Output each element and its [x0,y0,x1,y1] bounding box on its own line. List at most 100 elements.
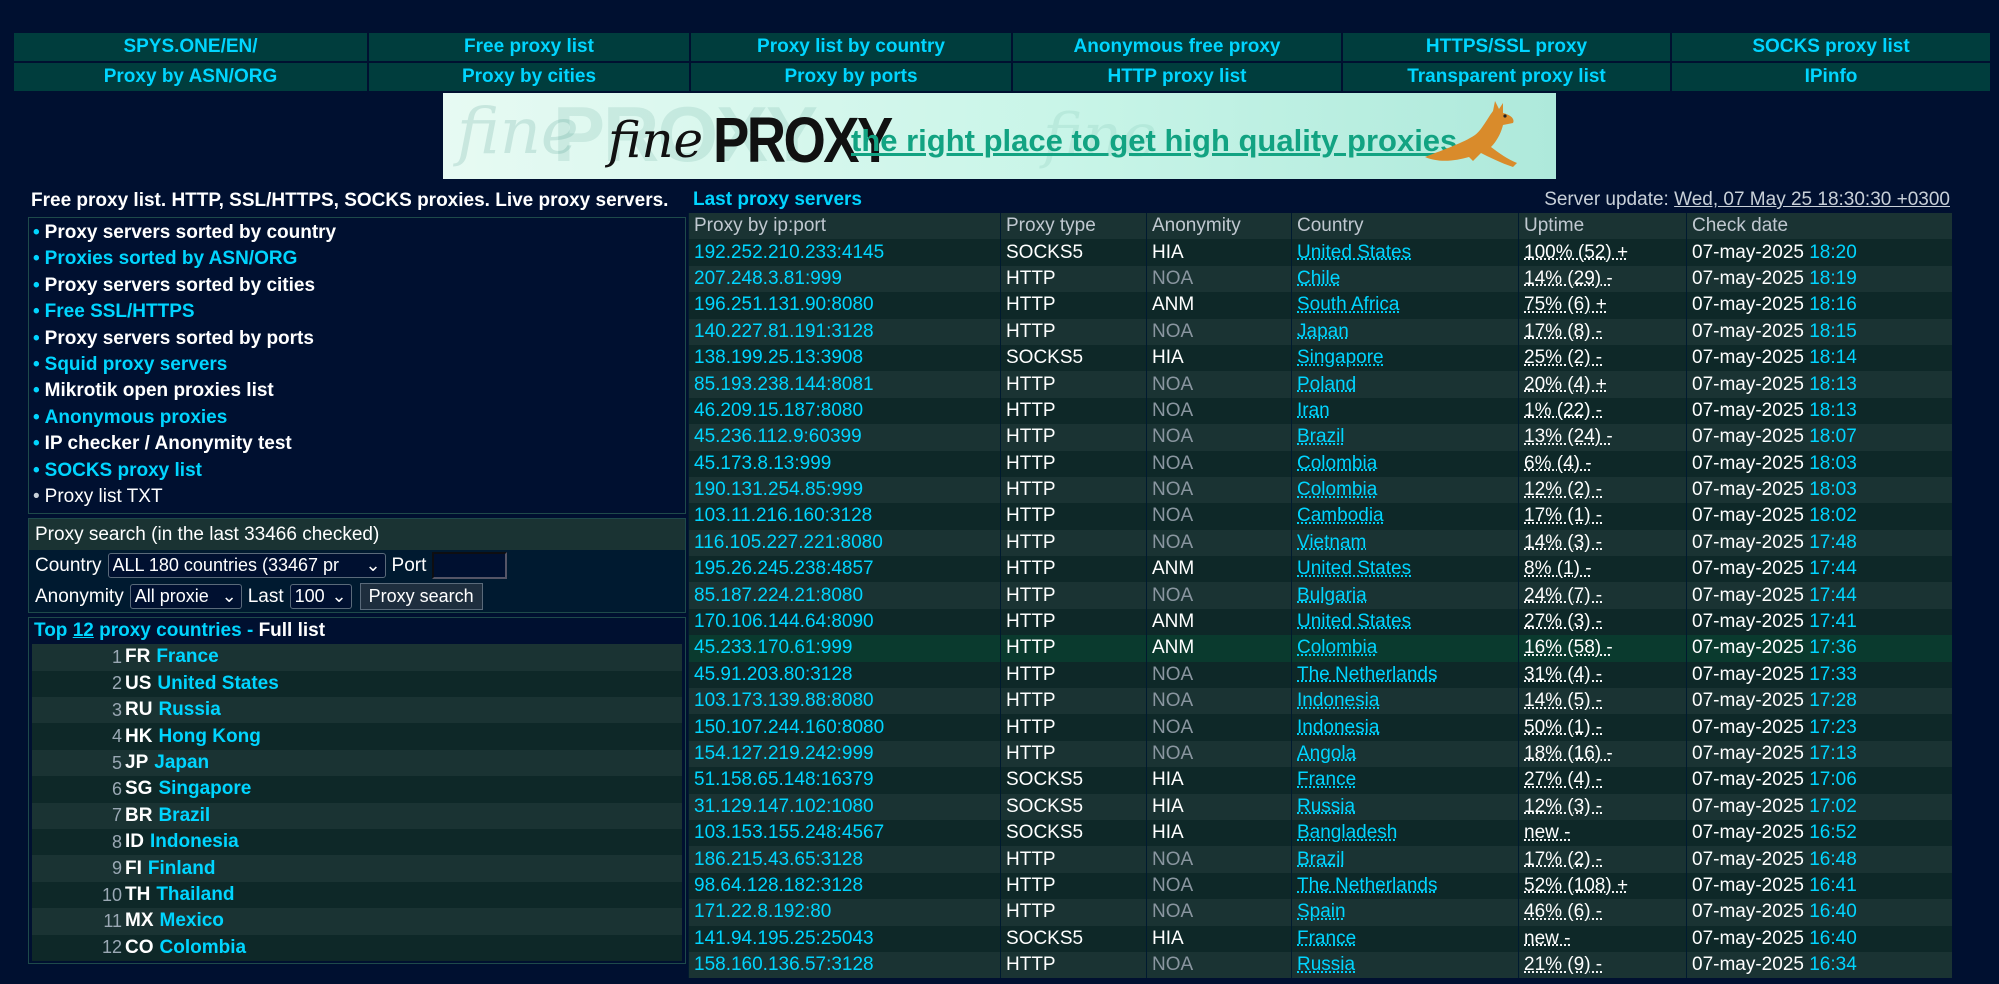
nav-link-spys-home[interactable]: SPYS.ONE/EN/ [12,31,369,63]
country-select[interactable]: ALL 180 countries (33467 pr ⌄ [107,553,386,579]
uptime-link[interactable]: 75% (6) + [1524,294,1607,315]
nav-link-anonymous-proxy[interactable]: Anonymous free proxy [1011,31,1343,63]
menu-item-txt[interactable]: • Proxy list TXT [33,484,685,510]
proxy-ip-port[interactable]: 85.187.224.21:8080 [688,582,1001,609]
list-item[interactable]: 12 CO Colombia [32,934,682,961]
proxy-ip-port[interactable]: 103.11.216.160:3128 [688,503,1001,530]
uptime-link[interactable]: 50% (1) - [1524,717,1602,738]
uptime-link[interactable]: 16% (58) - [1524,637,1613,658]
country-link[interactable]: France [1297,928,1356,949]
uptime-link[interactable]: 14% (29) - [1524,268,1613,289]
uptime-link[interactable]: 24% (7) - [1524,585,1602,606]
proxy-ip-port[interactable]: 171.22.8.192:80 [688,899,1001,926]
uptime-link[interactable]: 12% (3) - [1524,796,1602,817]
menu-item-ip-checker[interactable]: • IP checker / Anonymity test [33,431,685,457]
country-link[interactable]: Indonesia [1297,717,1379,738]
uptime-link[interactable]: 17% (1) - [1524,505,1602,526]
proxy-ip-port[interactable]: 103.153.155.248:4567 [688,819,1001,847]
country-link[interactable]: Finland [148,858,216,880]
proxy-ip-port[interactable]: 207.248.3.81:999 [688,265,1001,293]
uptime-link[interactable]: 6% (4) - [1524,453,1592,474]
uptime-link[interactable]: new - [1524,822,1570,843]
proxy-ip-port[interactable]: 98.64.128.182:3128 [688,872,1001,900]
menu-item-ssl-https[interactable]: • Free SSL/HTTPS [33,299,685,325]
country-link[interactable]: Hong Kong [158,726,260,748]
uptime-link[interactable]: 12% (2) - [1524,479,1602,500]
list-item[interactable]: 10 TH Thailand [32,881,682,909]
menu-item-by-country[interactable]: • Proxy servers sorted by country [33,220,685,246]
country-link[interactable]: Indonesia [150,831,239,853]
country-link[interactable]: Brazil [1297,426,1345,447]
country-link[interactable]: South Africa [1297,294,1399,315]
country-link[interactable]: Angola [1297,743,1356,764]
last-select[interactable]: 100 ⌄ [289,584,352,610]
uptime-link[interactable]: 52% (108) + [1524,875,1628,896]
nav-link-https-proxy[interactable]: HTTPS/SSL proxy [1341,31,1672,63]
uptime-link[interactable]: 13% (24) - [1524,426,1613,447]
proxy-ip-port[interactable]: 103.173.139.88:8080 [688,688,1001,715]
proxy-ip-port[interactable]: 51.158.65.148:16379 [688,767,1001,794]
country-link[interactable]: Colombia [1297,637,1377,658]
proxy-ip-port[interactable]: 140.227.81.191:3128 [688,318,1001,345]
country-link[interactable]: Brazil [1297,849,1345,870]
country-link[interactable]: United States [157,673,278,695]
uptime-link[interactable]: 46% (6) - [1524,901,1602,922]
proxy-ip-port[interactable]: 45.233.170.61:999 [688,635,1001,662]
anonymity-select[interactable]: All proxie ⌄ [129,584,242,610]
nav-link-transparent-proxy[interactable]: Transparent proxy list [1341,61,1672,93]
nav-link-proxy-by-asn[interactable]: Proxy by ASN/ORG [12,61,369,93]
list-item[interactable]: 1 FR France [32,644,682,671]
proxy-ip-port[interactable]: 150.107.244.160:8080 [688,714,1001,741]
proxy-ip-port[interactable]: 45.91.203.80:3128 [688,661,1001,689]
menu-item-by-asn[interactable]: • Proxies sorted by ASN/ORG [33,246,685,272]
proxy-ip-port[interactable]: 190.131.254.85:999 [688,476,1001,504]
country-link[interactable]: Singapore [158,778,251,800]
country-link[interactable]: The Netherlands [1297,664,1437,685]
country-link[interactable]: Bangladesh [1297,822,1397,843]
proxy-ip-port[interactable]: 45.236.112.9:60399 [688,424,1001,451]
list-item[interactable]: 7 BR Brazil [32,802,682,830]
country-link[interactable]: Russia [1297,796,1355,817]
full-list-link[interactable]: Full list [259,620,326,641]
menu-item-socks[interactable]: • SOCKS proxy list [33,458,685,484]
nav-link-proxy-by-cities[interactable]: Proxy by cities [367,61,691,93]
nav-link-proxy-by-ports[interactable]: Proxy by ports [689,61,1013,93]
country-link[interactable]: Bulgaria [1297,585,1367,606]
proxy-search-button[interactable]: Proxy search [359,583,483,611]
country-link[interactable]: France [1297,769,1356,790]
menu-item-squid[interactable]: • Squid proxy servers [33,352,685,378]
proxy-ip-port[interactable]: 138.199.25.13:3908 [688,344,1001,372]
proxy-ip-port[interactable]: 46.209.15.187:8080 [688,397,1001,425]
country-link[interactable]: Spain [1297,901,1346,922]
proxy-ip-port[interactable]: 195.26.245.238:4857 [688,556,1001,583]
country-link[interactable]: United States [1297,558,1411,579]
proxy-ip-port[interactable]: 141.94.195.25:25043 [688,925,1001,952]
uptime-link[interactable]: new - [1524,928,1570,949]
nav-link-ipinfo[interactable]: IPinfo [1670,61,1992,93]
country-link[interactable]: Thailand [156,884,234,906]
country-link[interactable]: Poland [1297,374,1356,395]
nav-link-free-proxy-list[interactable]: Free proxy list [367,31,691,63]
country-link[interactable]: Colombia [1297,479,1377,500]
country-link[interactable]: United States [1297,242,1411,263]
nav-link-http-proxy[interactable]: HTTP proxy list [1011,61,1343,93]
uptime-link[interactable]: 1% (22) - [1524,400,1602,421]
proxy-ip-port[interactable]: 85.193.238.144:8081 [688,371,1001,398]
country-link[interactable]: Japan [154,752,209,774]
menu-item-anonymous[interactable]: • Anonymous proxies [33,405,685,431]
uptime-link[interactable]: 25% (2) - [1524,347,1602,368]
uptime-link[interactable]: 18% (16) - [1524,743,1613,764]
country-link[interactable]: Chile [1297,268,1340,289]
proxy-ip-port[interactable]: 154.127.219.242:999 [688,740,1001,768]
list-item[interactable]: 2 US United States [32,670,682,698]
proxy-ip-port[interactable]: 192.252.210.233:4145 [688,239,1001,266]
uptime-link[interactable]: 17% (2) - [1524,849,1602,870]
proxy-ip-port[interactable]: 31.129.147.102:1080 [688,793,1001,820]
list-item[interactable]: 3 RU Russia [32,697,682,724]
menu-item-mikrotik[interactable]: • Mikrotik open proxies list [33,378,685,404]
uptime-link[interactable]: 17% (8) - [1524,321,1602,342]
proxy-ip-port[interactable]: 186.215.43.65:3128 [688,846,1001,873]
country-link[interactable]: The Netherlands [1297,875,1437,896]
country-link[interactable]: United States [1297,611,1411,632]
country-link[interactable]: Colombia [160,937,247,959]
